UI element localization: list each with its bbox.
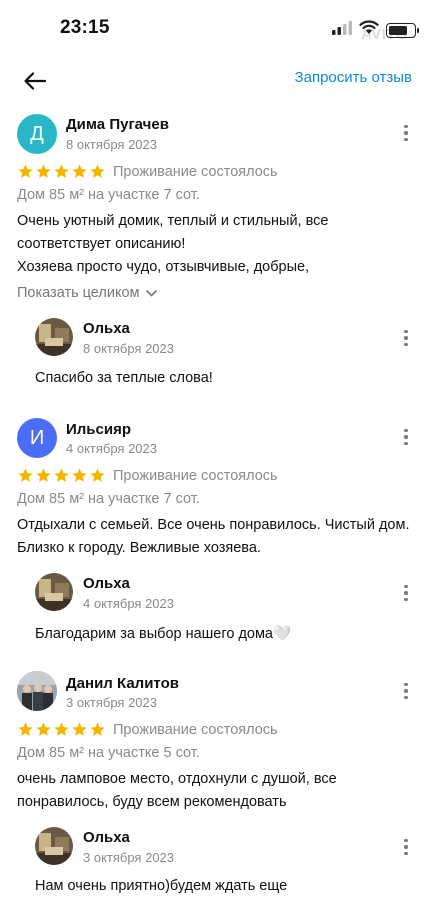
star-icon xyxy=(90,722,105,736)
nav-bar: Запросить отзыв xyxy=(0,58,442,100)
request-review-link[interactable]: Запросить отзыв xyxy=(295,69,412,86)
reply-text: Нам очень приятно)будем ждать еще xyxy=(35,878,288,894)
avatar-photo xyxy=(17,671,57,711)
show-full-label: Показать целиком xyxy=(17,285,140,301)
star-icon xyxy=(18,722,33,736)
avatar: Д xyxy=(17,114,57,154)
star-icon xyxy=(18,164,33,178)
star-icon xyxy=(54,722,69,736)
reply-date: 8 октября 2023 xyxy=(83,341,174,356)
review-author: Дима Пугачев xyxy=(66,116,169,133)
stay-status: Проживание состоялось xyxy=(113,163,278,180)
reply-more-options-button[interactable] xyxy=(398,581,414,605)
avatar: И xyxy=(17,418,57,458)
property-info: Дом 85 м² на участке 5 сот. xyxy=(17,745,200,761)
rating-row: Проживание состоялось xyxy=(17,721,278,738)
star-icon xyxy=(72,468,87,482)
review-text: очень ламповое место, отдохнули с душой,… xyxy=(17,771,337,810)
star-icon xyxy=(90,468,105,482)
review-date: 4 октября 2023 xyxy=(66,441,157,456)
review-text: Отдыхали с семьей. Все очень понравилось… xyxy=(17,517,410,556)
back-button[interactable] xyxy=(18,66,52,100)
status-bar: 23:15 AVITO xyxy=(0,0,442,58)
star-icon xyxy=(54,164,69,178)
rating-row: Проживание состоялось xyxy=(17,467,278,484)
review-author: Ильсияр xyxy=(66,421,132,438)
review-text-line: Очень уютный домик, теплый и стильный, в… xyxy=(17,213,329,275)
star-icon xyxy=(72,722,87,736)
reply-date: 4 октября 2023 xyxy=(83,596,174,611)
more-options-button[interactable] xyxy=(398,679,414,703)
star-icon xyxy=(72,164,87,178)
rating-stars xyxy=(17,467,106,484)
battery-icon xyxy=(386,22,419,38)
reply-more-options-button[interactable] xyxy=(398,326,414,350)
reply-author: Ольха xyxy=(83,829,130,846)
star-icon xyxy=(36,164,51,178)
show-full-link[interactable]: Показать целиком xyxy=(17,285,157,301)
status-icons xyxy=(332,20,419,40)
signal-icon xyxy=(332,20,352,40)
arrow-left-icon xyxy=(24,71,47,95)
more-options-button[interactable] xyxy=(398,121,414,145)
rating-stars xyxy=(17,163,106,180)
stay-status: Проживание состоялось xyxy=(113,721,278,738)
property-info: Дом 85 м² на участке 7 сот. xyxy=(17,491,200,507)
reply-text: Благодарим за выбор нашего дома🤍 xyxy=(35,626,292,642)
rating-stars xyxy=(17,721,106,738)
review-author: Данил Калитов xyxy=(66,675,179,692)
star-icon xyxy=(18,468,33,482)
property-info: Дом 85 м² на участке 7 сот. xyxy=(17,187,200,203)
more-options-button[interactable] xyxy=(398,425,414,449)
stay-status: Проживание состоялось xyxy=(113,467,278,484)
reply-avatar xyxy=(35,573,73,611)
reply-author: Ольха xyxy=(83,575,130,592)
avatar xyxy=(17,671,57,711)
chevron-down-icon xyxy=(145,285,157,301)
review-text: Очень уютный домик, теплый и стильный, в… xyxy=(17,210,417,279)
reply-date: 3 октября 2023 xyxy=(83,850,174,865)
review-date: 3 октября 2023 xyxy=(66,695,157,710)
avatar-letter: Д xyxy=(30,122,44,145)
reply-avatar xyxy=(35,827,73,865)
star-icon xyxy=(54,468,69,482)
reply-avatar xyxy=(35,318,73,356)
status-time: 23:15 xyxy=(60,17,110,38)
avatar-letter: И xyxy=(29,426,45,449)
star-icon xyxy=(90,164,105,178)
reply-text: Спасибо за теплые слова! xyxy=(35,370,213,386)
wifi-icon xyxy=(359,20,379,40)
review-date: 8 октября 2023 xyxy=(66,137,157,152)
rating-row: Проживание состоялось xyxy=(17,163,278,180)
reply-author: Ольха xyxy=(83,320,130,337)
star-icon xyxy=(36,722,51,736)
star-icon xyxy=(36,468,51,482)
reply-more-options-button[interactable] xyxy=(398,835,414,859)
